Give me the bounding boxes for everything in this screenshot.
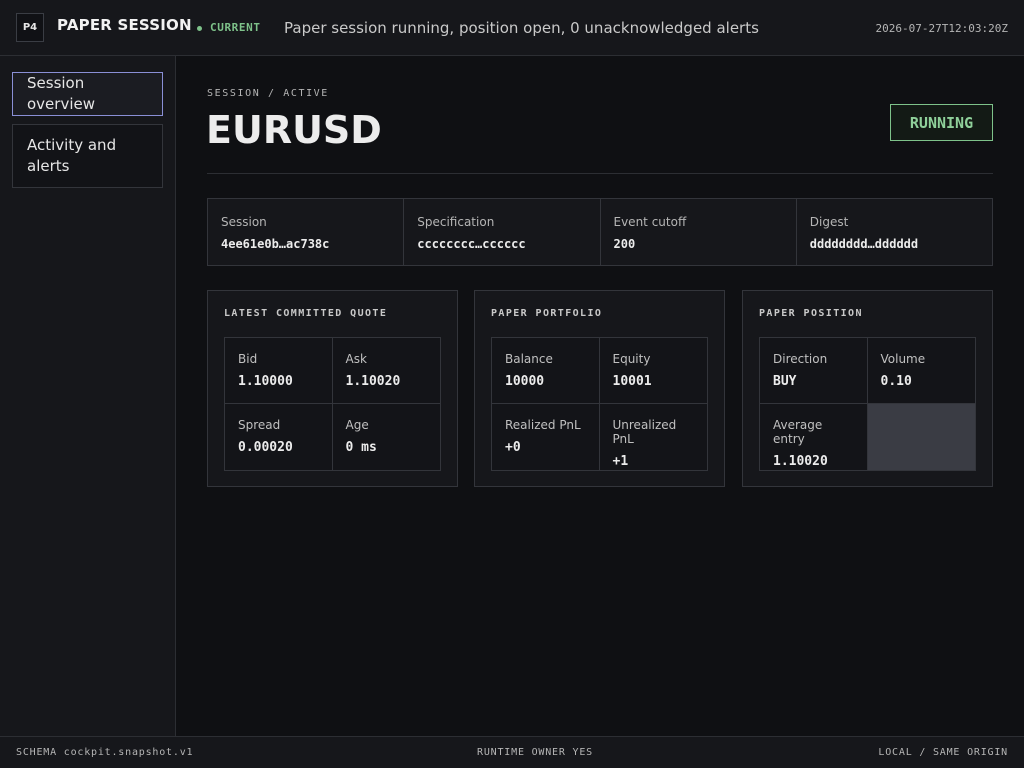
- panel-title: PAPER POSITION: [759, 308, 863, 319]
- meta-label: Session: [221, 215, 267, 229]
- divider: [207, 173, 993, 174]
- meta-label: Specification: [417, 215, 495, 229]
- cell-value: 0.00020: [238, 440, 293, 455]
- cell-value: BUY: [773, 374, 797, 389]
- page-title: EURUSD: [206, 108, 382, 152]
- session-meta-strip: Session 4ee61e0b…ac738c Specification cc…: [207, 198, 993, 266]
- portfolio-realized-pnl: Realized PnL +0: [492, 404, 600, 470]
- cell-label: Bid: [238, 352, 258, 366]
- position-average-entry: Average entry 1.10020: [760, 404, 868, 470]
- cell-label: Direction: [773, 352, 828, 366]
- quote-bid: Bid 1.10000: [225, 338, 333, 404]
- sidebar-item-label: Activity and alerts: [27, 136, 117, 175]
- cell-value: +0: [505, 440, 521, 455]
- top-bar: P4 PAPER SESSION CURRENT Paper session r…: [0, 0, 1024, 56]
- position-volume: Volume 0.10: [867, 338, 975, 404]
- sidebar-item-activity-alerts[interactable]: Activity and alerts: [12, 124, 163, 188]
- breadcrumb: SESSION / ACTIVE: [207, 88, 329, 99]
- portfolio-unrealized-pnl: Unrealized PnL +1: [599, 404, 707, 470]
- current-label: CURRENT: [210, 21, 261, 34]
- panel-title: LATEST COMMITTED QUOTE: [224, 308, 388, 319]
- meta-specification: Specification cccccccc…cccccc: [404, 199, 601, 265]
- meta-label: Event cutoff: [613, 215, 687, 229]
- status-summary: Paper session running, position open, 0 …: [284, 19, 759, 37]
- cell-value: 1.10000: [238, 374, 293, 389]
- main-content: SESSION / ACTIVE EURUSD RUNNING Session …: [176, 56, 1024, 736]
- sidebar: Session overview Activity and alerts: [0, 56, 176, 736]
- sidebar-item-label: Session overview: [27, 74, 95, 113]
- portfolio-balance: Balance 10000: [492, 338, 600, 404]
- origin-label: LOCAL / SAME ORIGIN: [878, 747, 1008, 758]
- cell-value: 10000: [505, 374, 545, 389]
- meta-event-cutoff: Event cutoff 200: [601, 199, 797, 265]
- cell-value: 0 ms: [345, 440, 377, 455]
- quote-age: Age 0 ms: [332, 404, 440, 470]
- cell-label: Unrealized PnL: [612, 418, 677, 446]
- cell-label: Equity: [612, 352, 651, 366]
- cell-label: Age: [345, 418, 369, 432]
- cell-value: +1: [612, 454, 629, 469]
- position-direction: Direction BUY: [760, 338, 868, 404]
- meta-value: 200: [613, 237, 636, 251]
- position-panel: PAPER POSITION Direction BUY Volume 0.10…: [742, 290, 993, 487]
- panel-title: PAPER PORTFOLIO: [491, 308, 603, 319]
- meta-value: dddddddd…dddddd: [809, 237, 919, 251]
- cell-value: 1.10020: [773, 454, 828, 469]
- meta-session: Session 4ee61e0b…ac738c: [208, 199, 405, 265]
- cell-label: Volume: [880, 352, 926, 366]
- meta-digest: Digest dddddddd…dddddd: [797, 199, 992, 265]
- portfolio-panel: PAPER PORTFOLIO Balance 10000 Equity 100…: [474, 290, 725, 487]
- meta-value: 4ee61e0b…ac738c: [221, 237, 330, 251]
- quote-spread: Spread 0.00020: [225, 404, 333, 470]
- runtime-owner-label: RUNTIME OWNER YES: [477, 747, 593, 758]
- position-grid: Direction BUY Volume 0.10 Average entry …: [759, 337, 976, 471]
- portfolio-grid: Balance 10000 Equity 10001 Realized PnL …: [491, 337, 708, 471]
- cell-label: Spread: [238, 418, 281, 432]
- cell-value: 10001: [612, 374, 652, 389]
- cell-label: Ask: [345, 352, 367, 366]
- cell-label: Realized PnL: [505, 418, 581, 432]
- meta-label: Digest: [809, 215, 849, 229]
- quote-grid: Bid 1.10000 Ask 1.10020 Spread 0.00020 A…: [224, 337, 441, 471]
- portfolio-equity: Equity 10001: [599, 338, 707, 404]
- app-title: PAPER SESSION: [57, 16, 192, 34]
- cell-label: Average entry: [773, 418, 823, 446]
- cell-value: 0.10: [880, 374, 912, 389]
- quote-panel: LATEST COMMITTED QUOTE Bid 1.10000 Ask 1…: [207, 290, 458, 487]
- footer: SCHEMA cockpit.snapshot.v1 RUNTIME OWNER…: [0, 736, 1024, 768]
- status-dot-icon: [197, 26, 202, 31]
- cell-value: 1.10020: [345, 374, 401, 389]
- cell-label: Balance: [505, 352, 553, 366]
- status-badge: RUNNING: [890, 104, 993, 141]
- quote-ask: Ask 1.10020: [332, 338, 440, 404]
- timestamp: 2026-07-27T12:03:20Z: [875, 22, 1008, 35]
- empty-cell: [867, 404, 975, 470]
- meta-value: cccccccc…cccccc: [417, 237, 526, 251]
- sidebar-item-session-overview[interactable]: Session overview: [12, 72, 163, 116]
- app-badge: P4: [16, 13, 44, 42]
